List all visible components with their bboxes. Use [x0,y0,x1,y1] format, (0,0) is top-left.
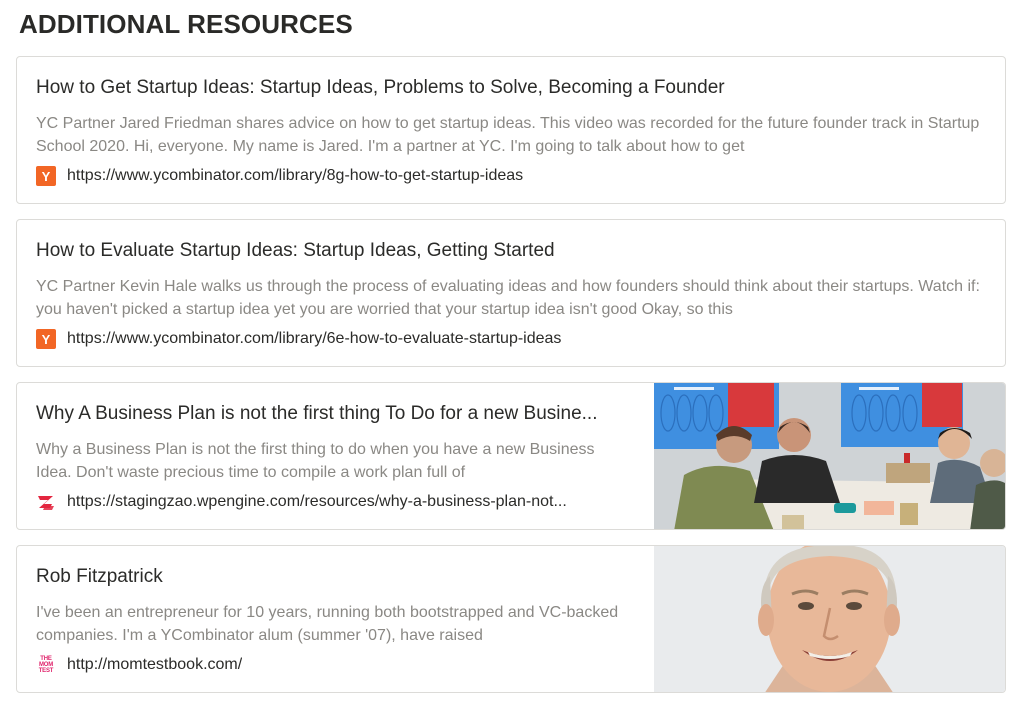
mom-test-icon: THE MOM TEST [36,655,56,675]
card-title: How to Get Startup Ideas: Startup Ideas,… [36,77,725,98]
card-url[interactable]: https://stagingzao.wpengine.com/resource… [67,493,567,511]
card-url[interactable]: https://www.ycombinator.com/library/6e-h… [67,330,561,348]
card-description: Why a Business Plan is not the first thi… [36,441,595,481]
card-title: How to Evaluate Startup Ideas: Startup I… [36,240,555,261]
portrait-photo [654,546,1005,692]
card-description: YC Partner Kevin Hale walks us through t… [36,278,980,318]
card-text-block: Rob Fitzpatrick I've been an entrepreneu… [36,546,633,692]
bookmark-card-business-plan[interactable]: Why A Business Plan is not the first thi… [16,382,1006,530]
card-description: I've been an entrepreneur for 10 years, … [36,604,619,644]
card-url[interactable]: https://www.ycombinator.com/library/8g-h… [67,167,523,185]
card-link-row[interactable]: Y https://www.ycombinator.com/library/8g… [36,165,985,187]
ycombinator-icon: Y [36,329,56,349]
card-link-row[interactable]: Y https://www.ycombinator.com/library/6e… [36,328,985,350]
card-text-block: How to Get Startup Ideas: Startup Ideas,… [36,57,985,203]
bookmark-card-rob-fitzpatrick[interactable]: Rob Fitzpatrick I've been an entrepreneu… [16,545,1006,693]
card-link-row[interactable]: THE MOM TEST http://momtestbook.com/ [36,654,633,676]
mom-test-icon-line: TEST [38,668,54,674]
card-title: Rob Fitzpatrick [36,566,163,587]
section-heading: ADDITIONAL RESOURCES [19,9,353,39]
zao-logo-icon [36,492,56,512]
card-url[interactable]: http://momtestbook.com/ [67,656,242,674]
card-title: Why A Business Plan is not the first thi… [36,403,598,424]
workshop-photo [654,383,1005,529]
card-description: YC Partner Jared Friedman shares advice … [36,115,980,155]
bookmark-card-get-startup-ideas[interactable]: How to Get Startup Ideas: Startup Ideas,… [16,56,1006,204]
card-text-block: How to Evaluate Startup Ideas: Startup I… [36,220,985,366]
card-link-row[interactable]: https://stagingzao.wpengine.com/resource… [36,491,633,513]
ycombinator-icon: Y [36,166,56,186]
card-text-block: Why A Business Plan is not the first thi… [36,383,633,529]
bookmark-card-evaluate-startup-ideas[interactable]: How to Evaluate Startup Ideas: Startup I… [16,219,1006,367]
